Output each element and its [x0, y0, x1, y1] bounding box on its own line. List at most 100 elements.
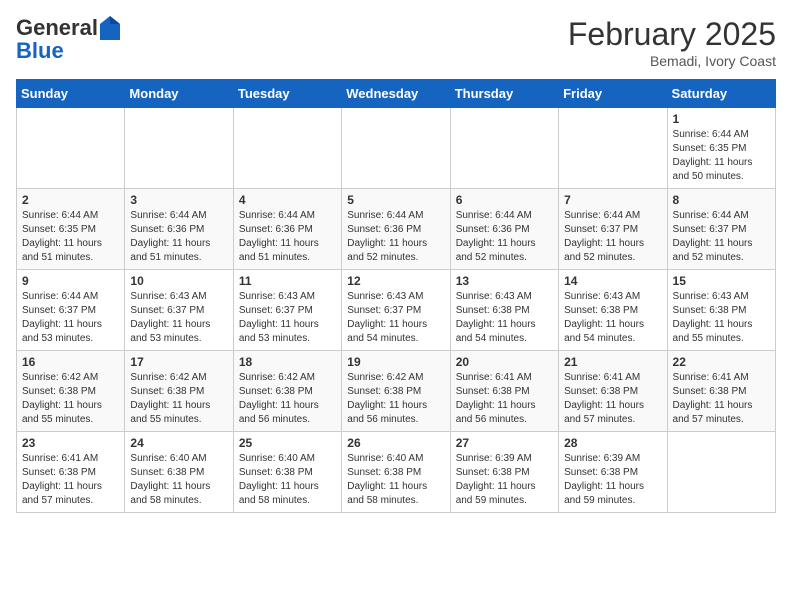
- day-number: 21: [564, 355, 661, 369]
- calendar-cell: 9 Sunrise: 6:44 AM Sunset: 6:37 PM Daylig…: [17, 270, 125, 351]
- calendar-cell: 16Sunrise: 6:42 AM Sunset: 6:38 PM Dayli…: [17, 351, 125, 432]
- calendar-cell: 4Sunrise: 6:44 AM Sunset: 6:36 PM Daylig…: [233, 189, 341, 270]
- calendar-table: SundayMondayTuesdayWednesdayThursdayFrid…: [16, 79, 776, 513]
- calendar-cell: 2 Sunrise: 6:44 AM Sunset: 6:35 PM Daylig…: [17, 189, 125, 270]
- day-info: Sunrise: 6:44 AM Sunset: 6:35 PM Dayligh…: [673, 128, 770, 184]
- day-info: Sunrise: 6:39 AM Sunset: 6:38 PM Dayligh…: [456, 452, 553, 508]
- calendar-cell: 24 Sunrise: 6:40 AM Sunset: 6:38 PM Dayli…: [125, 432, 233, 513]
- calendar-cell: 21 Sunrise: 6:41 AM Sunset: 6:38 PM Dayli…: [559, 351, 667, 432]
- day-number: 23: [22, 436, 119, 450]
- calendar-cell: 3 Sunrise: 6:44 AM Sunset: 6:36 PM Daylig…: [125, 189, 233, 270]
- calendar-cell: 20 Sunrise: 6:41 AM Sunset: 6:38 PM Dayli…: [450, 351, 558, 432]
- calendar-cell: 25Sunrise: 6:40 AM Sunset: 6:38 PM Dayli…: [233, 432, 341, 513]
- day-info: Sunrise: 6:44 AM Sunset: 6:37 PM Dayligh…: [22, 290, 119, 346]
- day-info: Sunrise: 6:41 AM Sunset: 6:38 PM Dayligh…: [564, 371, 661, 427]
- logo: General Blue: [16, 16, 120, 63]
- calendar-cell: 23 Sunrise: 6:41 AM Sunset: 6:38 PM Dayli…: [17, 432, 125, 513]
- day-info: Sunrise: 6:44 AM Sunset: 6:36 PM Dayligh…: [456, 209, 553, 265]
- day-info: Sunrise: 6:41 AM Sunset: 6:38 PM Dayligh…: [456, 371, 553, 427]
- day-number: 15: [673, 274, 770, 288]
- weekday-header-friday: Friday: [559, 80, 667, 108]
- calendar-week-row: 16Sunrise: 6:42 AM Sunset: 6:38 PM Dayli…: [17, 351, 776, 432]
- day-info: Sunrise: 6:41 AM Sunset: 6:38 PM Dayligh…: [673, 371, 770, 427]
- month-year-title: February 2025: [568, 16, 776, 53]
- calendar-week-row: 9 Sunrise: 6:44 AM Sunset: 6:37 PM Daylig…: [17, 270, 776, 351]
- day-number: 10: [130, 274, 227, 288]
- weekday-header-monday: Monday: [125, 80, 233, 108]
- day-info: Sunrise: 6:44 AM Sunset: 6:36 PM Dayligh…: [130, 209, 227, 265]
- calendar-cell: 10 Sunrise: 6:43 AM Sunset: 6:37 PM Dayli…: [125, 270, 233, 351]
- day-number: 6: [456, 193, 553, 207]
- day-number: 1: [673, 112, 770, 126]
- calendar-cell: [17, 108, 125, 189]
- day-number: 8: [673, 193, 770, 207]
- weekday-header-sunday: Sunday: [17, 80, 125, 108]
- day-info: Sunrise: 6:43 AM Sunset: 6:37 PM Dayligh…: [347, 290, 444, 346]
- day-info: Sunrise: 6:43 AM Sunset: 6:38 PM Dayligh…: [564, 290, 661, 346]
- day-info: Sunrise: 6:44 AM Sunset: 6:37 PM Dayligh…: [673, 209, 770, 265]
- day-number: 17: [130, 355, 227, 369]
- logo-blue-text: Blue: [16, 38, 64, 63]
- day-number: 22: [673, 355, 770, 369]
- weekday-header-wednesday: Wednesday: [342, 80, 450, 108]
- day-number: 19: [347, 355, 444, 369]
- calendar-cell: 7 Sunrise: 6:44 AM Sunset: 6:37 PM Daylig…: [559, 189, 667, 270]
- calendar-cell: [125, 108, 233, 189]
- day-number: 18: [239, 355, 336, 369]
- logo-icon: [100, 16, 120, 40]
- day-info: Sunrise: 6:44 AM Sunset: 6:36 PM Dayligh…: [239, 209, 336, 265]
- day-info: Sunrise: 6:43 AM Sunset: 6:38 PM Dayligh…: [456, 290, 553, 346]
- calendar-cell: 11 Sunrise: 6:43 AM Sunset: 6:37 PM Dayli…: [233, 270, 341, 351]
- calendar-cell: [450, 108, 558, 189]
- calendar-cell: 8 Sunrise: 6:44 AM Sunset: 6:37 PM Daylig…: [667, 189, 775, 270]
- calendar-cell: [559, 108, 667, 189]
- day-info: Sunrise: 6:44 AM Sunset: 6:36 PM Dayligh…: [347, 209, 444, 265]
- calendar-cell: 26 Sunrise: 6:40 AM Sunset: 6:38 PM Dayli…: [342, 432, 450, 513]
- day-info: Sunrise: 6:43 AM Sunset: 6:37 PM Dayligh…: [239, 290, 336, 346]
- weekday-header-thursday: Thursday: [450, 80, 558, 108]
- calendar-cell: 17 Sunrise: 6:42 AM Sunset: 6:38 PM Dayli…: [125, 351, 233, 432]
- calendar-cell: 5 Sunrise: 6:44 AM Sunset: 6:36 PM Daylig…: [342, 189, 450, 270]
- day-number: 3: [130, 193, 227, 207]
- page-header: General Blue February 2025 Bemadi, Ivory…: [16, 16, 776, 69]
- calendar-week-row: 2 Sunrise: 6:44 AM Sunset: 6:35 PM Daylig…: [17, 189, 776, 270]
- day-info: Sunrise: 6:43 AM Sunset: 6:37 PM Dayligh…: [130, 290, 227, 346]
- day-number: 2: [22, 193, 119, 207]
- day-number: 11: [239, 274, 336, 288]
- day-number: 24: [130, 436, 227, 450]
- calendar-week-row: 23 Sunrise: 6:41 AM Sunset: 6:38 PM Dayli…: [17, 432, 776, 513]
- calendar-cell: 22 Sunrise: 6:41 AM Sunset: 6:38 PM Dayli…: [667, 351, 775, 432]
- day-info: Sunrise: 6:44 AM Sunset: 6:37 PM Dayligh…: [564, 209, 661, 265]
- day-info: Sunrise: 6:42 AM Sunset: 6:38 PM Dayligh…: [347, 371, 444, 427]
- calendar-cell: 18 Sunrise: 6:42 AM Sunset: 6:38 PM Dayli…: [233, 351, 341, 432]
- weekday-header-tuesday: Tuesday: [233, 80, 341, 108]
- calendar-cell: 6 Sunrise: 6:44 AM Sunset: 6:36 PM Daylig…: [450, 189, 558, 270]
- calendar-cell: [342, 108, 450, 189]
- calendar-cell: 1 Sunrise: 6:44 AM Sunset: 6:35 PM Daylig…: [667, 108, 775, 189]
- calendar-cell: 12 Sunrise: 6:43 AM Sunset: 6:37 PM Dayli…: [342, 270, 450, 351]
- day-info: Sunrise: 6:42 AM Sunset: 6:38 PM Dayligh…: [130, 371, 227, 427]
- calendar-cell: [667, 432, 775, 513]
- day-info: Sunrise: 6:44 AM Sunset: 6:35 PM Dayligh…: [22, 209, 119, 265]
- day-number: 25: [239, 436, 336, 450]
- calendar-cell: [233, 108, 341, 189]
- day-number: 26: [347, 436, 444, 450]
- day-number: 20: [456, 355, 553, 369]
- day-number: 5: [347, 193, 444, 207]
- day-info: Sunrise: 6:40 AM Sunset: 6:38 PM Dayligh…: [130, 452, 227, 508]
- day-number: 7: [564, 193, 661, 207]
- day-number: 27: [456, 436, 553, 450]
- day-info: Sunrise: 6:42 AM Sunset: 6:38 PM Dayligh…: [239, 371, 336, 427]
- day-info: Sunrise: 6:41 AM Sunset: 6:38 PM Dayligh…: [22, 452, 119, 508]
- day-number: 9: [22, 274, 119, 288]
- day-number: 14: [564, 274, 661, 288]
- title-block: February 2025 Bemadi, Ivory Coast: [568, 16, 776, 69]
- calendar-cell: 14 Sunrise: 6:43 AM Sunset: 6:38 PM Dayli…: [559, 270, 667, 351]
- calendar-cell: 28Sunrise: 6:39 AM Sunset: 6:38 PM Dayli…: [559, 432, 667, 513]
- calendar-cell: 13Sunrise: 6:43 AM Sunset: 6:38 PM Dayli…: [450, 270, 558, 351]
- calendar-cell: 15Sunrise: 6:43 AM Sunset: 6:38 PM Dayli…: [667, 270, 775, 351]
- calendar-cell: 19 Sunrise: 6:42 AM Sunset: 6:38 PM Dayli…: [342, 351, 450, 432]
- day-info: Sunrise: 6:40 AM Sunset: 6:38 PM Dayligh…: [347, 452, 444, 508]
- day-number: 12: [347, 274, 444, 288]
- day-number: 28: [564, 436, 661, 450]
